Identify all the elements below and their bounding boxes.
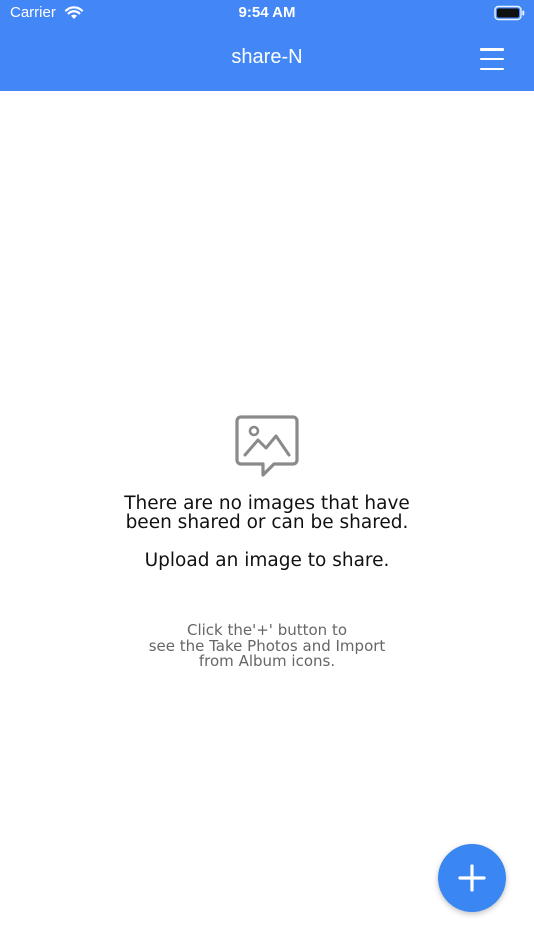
hamburger-menu-icon bbox=[480, 48, 504, 51]
empty-state-subtitle: Upload an image to share. bbox=[144, 550, 390, 571]
hint-text: Click the'+' button to see the Take Phot… bbox=[0, 622, 534, 670]
empty-state-title: There are no images that have been share… bbox=[124, 493, 410, 533]
add-button[interactable] bbox=[438, 844, 506, 912]
image-message-icon bbox=[235, 415, 299, 477]
battery-icon bbox=[494, 5, 525, 21]
hint-line: from Album icons. bbox=[198, 652, 336, 670]
app-screen: Carrier 9:54 AM share-N There are no ima… bbox=[0, 0, 534, 950]
page-title: share-N bbox=[231, 46, 303, 68]
menu-button[interactable] bbox=[476, 44, 508, 74]
plus-icon bbox=[458, 864, 486, 892]
status-bar: Carrier 9:54 AM bbox=[0, 0, 534, 28]
empty-state: There are no images that have been share… bbox=[0, 410, 534, 571]
clock-time: 9:54 AM bbox=[238, 4, 296, 21]
top-bar: Carrier 9:54 AM share-N bbox=[0, 0, 534, 91]
